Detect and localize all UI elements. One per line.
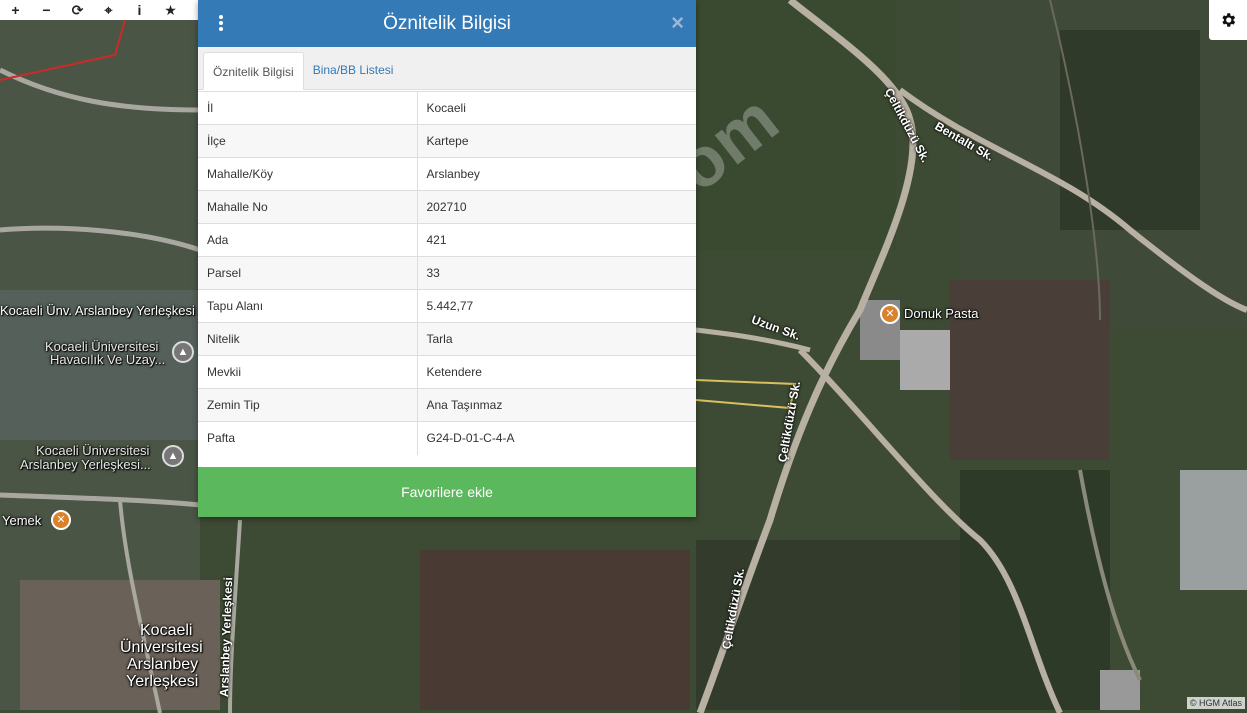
attribute-key: İl	[198, 91, 418, 125]
arslanbey-label-line2: Arslanbey Yerleşkesi...	[20, 457, 151, 472]
attribute-value: 5.442,77	[417, 289, 696, 323]
attribute-value: G24-D-01-C-4-A	[417, 421, 696, 455]
locate-icon[interactable]: ⌖	[93, 0, 124, 20]
attribute-value: 33	[417, 256, 696, 290]
havacilik-label-line2: Havacılık Ve Uzay...	[50, 352, 166, 367]
attribute-value: Arslanbey	[417, 157, 696, 191]
map-attribution[interactable]: © HGM Atlas	[1186, 697, 1245, 709]
attribute-value: Ketendere	[417, 355, 696, 389]
attribute-key: Tapu Alanı	[198, 289, 418, 323]
attribute-value: 421	[417, 223, 696, 257]
restaurant-icon[interactable]: ✕	[880, 304, 900, 324]
campus-big-label-1: Kocaeli	[140, 622, 193, 639]
attribute-key: Nitelik	[198, 322, 418, 356]
table-row: Nitelik Tarla	[198, 322, 696, 356]
attribute-key: Parsel	[198, 256, 418, 290]
menu-kebab-icon[interactable]	[216, 13, 226, 35]
attribute-table: İl Kocaeli İlçe Kartepe Mahalle/Köy Arslanbey…	[198, 91, 696, 455]
add-to-favorites-button[interactable]: Favorilere ekle	[198, 467, 696, 517]
table-row: Ada 421	[198, 223, 696, 257]
panel-header: Öznitelik Bilgisi ×	[198, 0, 696, 47]
info-icon[interactable]: i	[124, 0, 155, 20]
restaurant-icon[interactable]: ✕	[51, 510, 71, 530]
panel-tabs: Öznitelik Bilgisi Bina/BB Listesi	[198, 47, 696, 90]
attribute-value: Tarla	[417, 322, 696, 356]
attribute-panel: Öznitelik Bilgisi × Öznitelik Bilgisi Bi…	[198, 0, 696, 517]
tab-oznitelik-bilgisi[interactable]: Öznitelik Bilgisi	[203, 52, 304, 90]
table-row: Zemin Tip Ana Taşınmaz	[198, 388, 696, 422]
attribute-key: Pafta	[198, 421, 418, 455]
campus-big-label-4: Yerleşkesi	[126, 673, 199, 690]
table-row: Parsel 33	[198, 256, 696, 290]
star-icon[interactable]: ★	[155, 0, 186, 20]
attribute-value: 202710	[417, 190, 696, 224]
attribute-key: İlçe	[198, 124, 418, 158]
table-row: Tapu Alanı 5.442,77	[198, 289, 696, 323]
map-toolbar: + − ⟳ ⌖ i ★	[0, 0, 198, 20]
campus-label: Kocaeli Ünv. Arslanbey Yerleşkesi	[0, 303, 195, 318]
education-icon[interactable]: ▲	[162, 445, 184, 467]
table-row: İl Kocaeli	[198, 91, 696, 125]
table-row: İlçe Kartepe	[198, 124, 696, 158]
zoom-out-icon[interactable]: −	[31, 0, 62, 20]
arslanbey-label-line1: Kocaeli Üniversitesi	[36, 443, 150, 458]
close-icon[interactable]: ×	[671, 11, 684, 35]
attribute-key: Mahalle No	[198, 190, 418, 224]
attribute-value: Kartepe	[417, 124, 696, 158]
campus-big-label-2: Üniversitesi	[120, 639, 203, 656]
attribute-key: Mahalle/Köy	[198, 157, 418, 191]
attribute-value: Kocaeli	[417, 91, 696, 125]
attribute-key: Ada	[198, 223, 418, 257]
gear-icon	[1222, 13, 1236, 27]
donuk-pasta-label: Donuk Pasta	[904, 306, 979, 321]
table-row: Pafta G24-D-01-C-4-A	[198, 421, 696, 455]
attribute-key: Mevkii	[198, 355, 418, 389]
table-row: Mevkii Ketendere	[198, 355, 696, 389]
attribute-value: Ana Taşınmaz	[417, 388, 696, 422]
table-row: Mahalle/Köy Arslanbey	[198, 157, 696, 191]
table-row: Mahalle No 202710	[198, 190, 696, 224]
education-icon[interactable]: ▲	[172, 341, 194, 363]
tab-bina-bb-listesi[interactable]: Bina/BB Listesi	[304, 51, 403, 89]
zoom-in-icon[interactable]: +	[0, 0, 31, 20]
settings-button[interactable]	[1209, 0, 1247, 40]
panel-title: Öznitelik Bilgisi	[383, 12, 511, 34]
refresh-icon[interactable]: ⟳	[62, 0, 93, 20]
yemek-label: Yemek	[2, 513, 42, 528]
attribute-key: Zemin Tip	[198, 388, 418, 422]
campus-big-label-3: Arslanbey	[127, 656, 199, 673]
